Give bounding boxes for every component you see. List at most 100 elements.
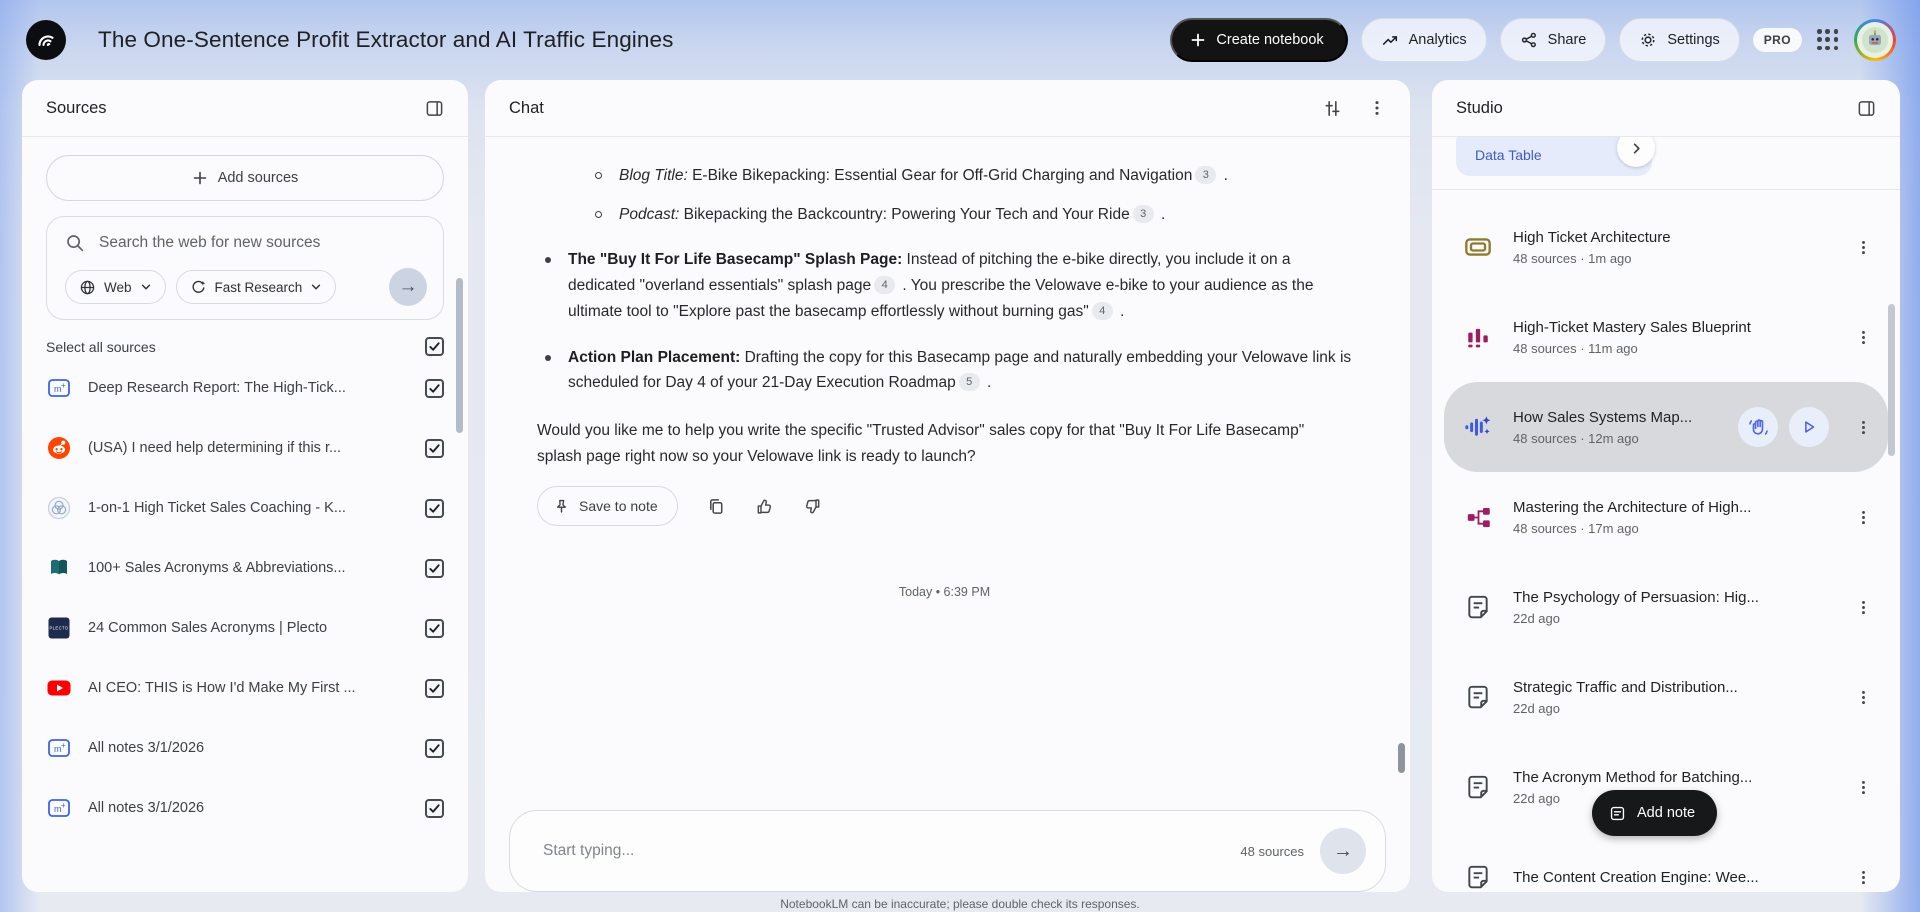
studio-item-title: Mastering the Architecture of High... bbox=[1513, 499, 1833, 516]
source-list-item[interactable]: m+Deep Research Report: The High-Tick... bbox=[22, 358, 468, 418]
source-checkbox[interactable] bbox=[425, 679, 444, 698]
source-title: 24 Common Sales Acronyms | Plecto bbox=[88, 620, 409, 636]
copy-icon[interactable] bbox=[707, 497, 726, 516]
search-input[interactable] bbox=[99, 234, 427, 252]
studio-item[interactable]: Mastering the Architecture of High...48 … bbox=[1444, 472, 1888, 562]
bullet-item: Action Plan Placement: Drafting the copy… bbox=[545, 345, 1352, 396]
chat-input[interactable] bbox=[543, 842, 1224, 860]
studio-item[interactable]: How Sales Systems Map...48 sources · 12m… bbox=[1444, 382, 1888, 472]
chevron-down-icon bbox=[140, 281, 152, 293]
source-list-item[interactable]: 1-on-1 High Ticket Sales Coaching - K... bbox=[22, 478, 468, 538]
svg-text:PLECTO: PLECTO bbox=[49, 626, 68, 631]
source-checkbox[interactable] bbox=[425, 439, 444, 458]
collapse-studio-panel-icon[interactable] bbox=[1857, 99, 1876, 118]
kebab-menu-icon[interactable] bbox=[1852, 509, 1874, 526]
kebab-menu-icon[interactable] bbox=[1852, 689, 1874, 706]
share-button[interactable]: Share bbox=[1500, 18, 1607, 62]
thumbs-down-icon[interactable] bbox=[803, 497, 822, 516]
studio-panel: Studio Data Table High Ticket Architectu… bbox=[1432, 80, 1900, 892]
arrow-right-icon: → bbox=[1333, 840, 1353, 863]
disclaimer-text: NotebookLM can be inaccurate; please dou… bbox=[0, 897, 1920, 911]
source-list-item[interactable]: m+All notes 3/1/2026 bbox=[22, 778, 468, 838]
search-filter-row: Web Fast Research → bbox=[65, 268, 427, 306]
chat-input-bar: 48 sources → bbox=[509, 810, 1386, 892]
kebab-menu-icon[interactable] bbox=[1368, 99, 1386, 117]
studio-item[interactable]: The Psychology of Persuasion: Hig...22d … bbox=[1444, 562, 1888, 652]
interactive-mode-button[interactable] bbox=[1738, 407, 1778, 447]
kebab-menu-icon[interactable] bbox=[1852, 329, 1874, 346]
kebab-menu-icon[interactable] bbox=[1852, 239, 1874, 256]
gear-icon bbox=[1639, 31, 1657, 49]
studio-item-text: The Psychology of Persuasion: Hig...22d … bbox=[1513, 589, 1833, 626]
source-checkbox[interactable] bbox=[425, 499, 444, 518]
studio-item-meta: 48 sources · 11m ago bbox=[1513, 341, 1833, 356]
studio-item[interactable]: High-Ticket Mastery Sales Blueprint48 so… bbox=[1444, 292, 1888, 382]
citation-chip[interactable]: 3 bbox=[1133, 205, 1154, 223]
source-list-item[interactable]: (USA) I need help determining if this r.… bbox=[22, 418, 468, 478]
source-checkbox[interactable] bbox=[425, 619, 444, 638]
play-button[interactable] bbox=[1789, 407, 1829, 447]
chat-scrollbar[interactable] bbox=[1398, 743, 1405, 773]
settings-button[interactable]: Settings bbox=[1619, 18, 1739, 62]
apps-grid-icon[interactable] bbox=[1815, 27, 1841, 53]
collapse-sources-panel-icon[interactable] bbox=[425, 99, 444, 118]
create-notebook-button[interactable]: Create notebook bbox=[1170, 18, 1347, 62]
search-submit-arrow-button[interactable]: → bbox=[389, 268, 427, 306]
notebooklm-logo[interactable] bbox=[26, 20, 66, 60]
chat-timestamp: Today • 6:39 PM bbox=[537, 582, 1352, 603]
citation-chip[interactable]: 3 bbox=[1195, 166, 1216, 184]
source-title: (USA) I need help determining if this r.… bbox=[88, 440, 409, 456]
sources-list: m+Deep Research Report: The High-Tick...… bbox=[22, 358, 468, 838]
text: Would you like me to help you write the … bbox=[537, 422, 1304, 465]
fast-research-icon bbox=[190, 279, 207, 296]
citation-chip[interactable]: 4 bbox=[874, 276, 895, 294]
notebook-source-icon: m+ bbox=[46, 795, 72, 821]
web-source-dropdown[interactable]: Web bbox=[65, 270, 166, 304]
add-sources-button[interactable]: Add sources bbox=[46, 155, 444, 201]
kebab-menu-icon[interactable] bbox=[1852, 779, 1874, 796]
studio-item[interactable]: Strategic Traffic and Distribution...22d… bbox=[1444, 652, 1888, 742]
text: Bikepacking the Backcountry: Powering Yo… bbox=[679, 206, 1129, 223]
source-checkbox[interactable] bbox=[425, 379, 444, 398]
text: E-Bike Bikepacking: Essential Gear for O… bbox=[688, 167, 1193, 184]
italic-text: Blog Title: bbox=[619, 167, 688, 184]
select-all-label: Select all sources bbox=[46, 339, 156, 355]
save-to-note-button[interactable]: Save to note bbox=[537, 486, 678, 526]
studio-item-actions bbox=[1738, 407, 1829, 447]
source-checkbox[interactable] bbox=[425, 739, 444, 758]
studio-panel-header: Studio bbox=[1432, 80, 1900, 137]
text: . bbox=[1116, 303, 1125, 320]
avatar[interactable] bbox=[1854, 19, 1896, 61]
sources-scrollbar[interactable] bbox=[456, 278, 463, 433]
bullet-marker bbox=[595, 211, 602, 218]
source-count-label: 48 sources bbox=[1240, 844, 1304, 859]
studio-item[interactable]: High Ticket Architecture48 sources · 1m … bbox=[1444, 202, 1888, 292]
source-checkbox[interactable] bbox=[425, 559, 444, 578]
source-list-item[interactable]: 100+ Sales Acronyms & Abbreviations... bbox=[22, 538, 468, 598]
citation-chip[interactable]: 5 bbox=[959, 373, 980, 391]
research-mode-dropdown[interactable]: Fast Research bbox=[176, 270, 337, 304]
studio-scrollbar[interactable] bbox=[1888, 304, 1895, 456]
citation-chip[interactable]: 4 bbox=[1092, 302, 1113, 320]
select-all-checkbox[interactable] bbox=[425, 337, 444, 356]
studio-item-title: The Content Creation Engine: Wee... bbox=[1513, 869, 1833, 886]
bullet-marker bbox=[545, 355, 551, 361]
italic-text: Podcast: bbox=[619, 206, 679, 223]
studio-item-title: Strategic Traffic and Distribution... bbox=[1513, 679, 1833, 696]
kebab-menu-icon[interactable] bbox=[1852, 599, 1874, 616]
send-button[interactable]: → bbox=[1320, 828, 1366, 874]
kebab-menu-icon[interactable] bbox=[1852, 419, 1874, 436]
tune-icon[interactable] bbox=[1323, 99, 1342, 118]
sources-panel-title: Sources bbox=[46, 99, 107, 118]
source-checkbox[interactable] bbox=[425, 799, 444, 818]
thumbs-up-icon[interactable] bbox=[755, 497, 774, 516]
analytics-button[interactable]: Analytics bbox=[1361, 18, 1487, 62]
kebab-menu-icon[interactable] bbox=[1852, 869, 1874, 886]
note-icon bbox=[1609, 805, 1626, 822]
studio-item[interactable]: The Content Creation Engine: Wee... bbox=[1444, 832, 1888, 892]
source-list-item[interactable]: AI CEO: THIS is How I'd Make My First ..… bbox=[22, 658, 468, 718]
source-list-item[interactable]: m+All notes 3/1/2026 bbox=[22, 718, 468, 778]
notebook-source-icon: m+ bbox=[46, 375, 72, 401]
add-note-button[interactable]: Add note bbox=[1592, 790, 1717, 836]
source-list-item[interactable]: PLECTO 24 Common Sales Acronyms | Plecto bbox=[22, 598, 468, 658]
